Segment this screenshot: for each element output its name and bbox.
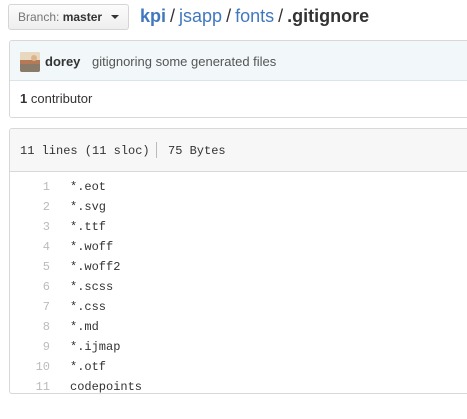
line-content: *.woff [70,240,114,254]
line-content: *.ttf [70,220,107,234]
line-content: *.scss [70,280,114,294]
breadcrumb-separator: / [170,6,176,26]
code-line: 3 *.ttf [10,217,467,237]
line-content: *.ijmap [70,340,121,354]
line-number[interactable]: 5 [10,257,60,277]
file-info-divider [156,142,157,158]
line-number[interactable]: 10 [10,357,60,377]
commit-author-link[interactable]: dorey [45,54,80,69]
breadcrumb-fonts-link[interactable]: fonts [235,6,274,26]
breadcrumb-separator: / [226,6,232,26]
line-number[interactable]: 11 [10,377,60,393]
code-table: 1 *.eot 2 *.svg 3 *.ttf 4 *.woff 5 *.woff2 6 *.scss… [10,177,467,394]
code-line: 9 *.ijmap [10,337,467,357]
file-viewer: 11 lines (11 sloc) 75 Bytes 1 *.eot 2 *.svg… [9,128,467,394]
branch-prefix: Branch: [18,10,60,24]
chevron-down-icon [111,15,120,19]
code-line: 7 *.css [10,297,467,317]
contributors-link[interactable]: 1 contributor [20,91,92,106]
avatar[interactable] [20,52,40,72]
line-content: *.eot [70,180,107,194]
line-number[interactable]: 9 [10,337,60,357]
breadcrumb-jsapp-link[interactable]: jsapp [179,6,222,26]
line-content: *.svg [70,200,107,214]
breadcrumb-repo-link[interactable]: kpi [140,6,166,26]
line-content: codepoints [70,380,143,394]
code-line: 6 *.scss [10,277,467,297]
line-content: *.css [70,300,107,314]
code-line: 11 codepoints [10,377,467,394]
code-line: 1 *.eot [10,177,467,197]
line-number[interactable]: 4 [10,237,60,257]
branch-select-button[interactable]: Branch: master [8,4,129,30]
breadcrumb-separator: / [278,6,284,26]
code-line: 4 *.woff [10,237,467,257]
contributors-row: 1 contributor [10,81,467,117]
contributors-label: contributor [30,91,93,106]
commit-message-link[interactable]: gitignoring some generated files [92,54,276,69]
file-navigation: Branch: master kpi / jsapp / fonts / .gitignor… [0,0,467,33]
latest-commit-row: dorey gitignoring some generated files [10,41,467,81]
line-number[interactable]: 7 [10,297,60,317]
line-number[interactable]: 1 [10,177,60,197]
code-line: 2 *.svg [10,197,467,217]
file-header: 11 lines (11 sloc) 75 Bytes [10,129,467,172]
line-number[interactable]: 6 [10,277,60,297]
line-number[interactable]: 8 [10,317,60,337]
code-body: 1 *.eot 2 *.svg 3 *.ttf 4 *.woff 5 *.woff2 6 *.scss… [10,177,467,394]
code-line: 5 *.woff2 [10,257,467,277]
line-content: *.woff2 [70,260,121,274]
commit-tease: dorey gitignoring some generated files 1… [9,40,467,118]
branch-name: master [62,10,103,24]
contributors-count: 1 [20,91,28,106]
breadcrumb-current-file: .gitignore [287,6,370,26]
file-size: 75 Bytes [168,144,226,158]
line-content: *.md [70,320,99,334]
breadcrumb: kpi / jsapp / fonts / .gitignore [140,4,369,28]
file-line-count: 11 lines (11 sloc) [20,144,150,158]
line-number[interactable]: 3 [10,217,60,237]
code-line: 8 *.md [10,317,467,337]
line-number[interactable]: 2 [10,197,60,217]
line-content: *.otf [70,360,107,374]
code-line: 10 *.otf [10,357,467,377]
